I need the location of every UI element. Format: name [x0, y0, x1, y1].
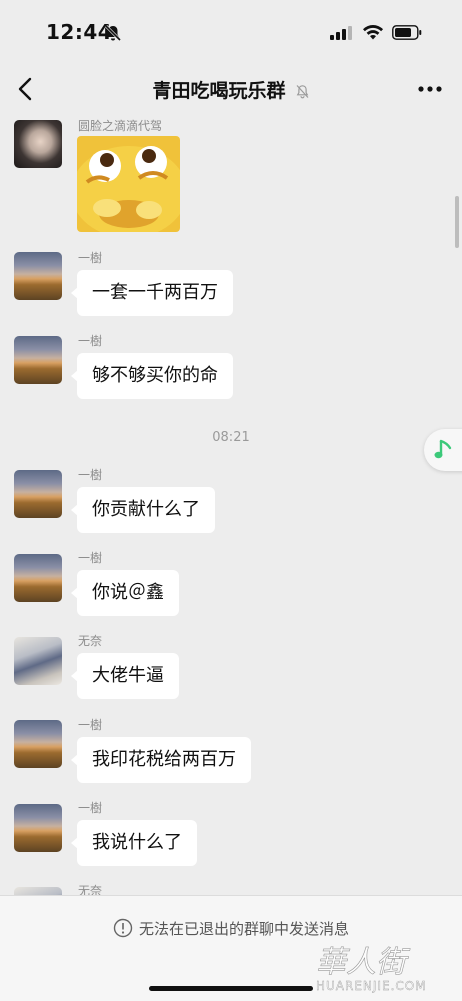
message-bubble[interactable]: 我说什么了 [71, 820, 197, 866]
message-bubble[interactable]: 你说＠鑫 [71, 570, 179, 616]
bell-off-icon [104, 24, 122, 42]
avatar[interactable] [14, 470, 62, 518]
chat-title: 青田吃喝玩乐群 [152, 80, 286, 102]
scrollbar[interactable] [455, 196, 459, 248]
status-time: 12:44 [46, 20, 113, 44]
sender-name: 一樹 [78, 801, 103, 815]
sender-name: 一樹 [78, 334, 103, 348]
watermark-logo: 華人街 HUARENJIE.COM [316, 945, 427, 994]
info-icon [113, 918, 133, 938]
mute-bell-icon [296, 85, 308, 99]
sender-name: 一樹 [78, 718, 103, 732]
avatar[interactable] [14, 120, 62, 168]
avatar[interactable] [14, 336, 62, 384]
status-bar: 12:44 [0, 0, 462, 64]
cellular-signal-icon [330, 26, 352, 40]
message-bubble[interactable]: 大佬牛逼 [71, 653, 179, 699]
exited-group-notice: 无法在已退出的群聊中发送消息 [0, 918, 462, 939]
notice-text: 无法在已退出的群聊中发送消息 [138, 920, 349, 938]
avatar[interactable] [14, 720, 62, 768]
avatar[interactable] [14, 804, 62, 852]
avatar[interactable] [14, 252, 62, 300]
sticker-image[interactable] [77, 136, 180, 232]
svg-text:華人街: 華人街 [316, 945, 411, 980]
home-indicator[interactable] [149, 986, 313, 991]
avatar[interactable] [14, 637, 62, 685]
chat-title-row: 青田吃喝玩乐群 [0, 76, 462, 103]
sender-name: 一樹 [78, 551, 103, 565]
wifi-icon [363, 24, 383, 40]
chat-header: 青田吃喝玩乐群 [0, 64, 462, 114]
sender-name: 无奈 [78, 634, 103, 648]
message-bubble[interactable]: 我印花税给两百万 [71, 737, 251, 783]
sender-name: 一樹 [78, 468, 103, 482]
more-options-icon[interactable] [416, 78, 444, 100]
battery-icon [392, 25, 422, 40]
sender-name: 一樹 [78, 251, 103, 265]
sender-name: 圆脸之滴滴代驾 [78, 119, 163, 133]
floating-music-button[interactable] [424, 429, 462, 471]
svg-text:HUARENJIE.COM: HUARENJIE.COM [316, 979, 427, 993]
message-bubble[interactable]: 一套一千两百万 [71, 270, 233, 316]
avatar[interactable] [14, 554, 62, 602]
music-note-icon [434, 439, 452, 459]
chat-timestamp: 08:21 [212, 430, 250, 445]
message-bubble[interactable]: 你贡献什么了 [71, 487, 215, 533]
message-bubble[interactable]: 够不够买你的命 [71, 353, 233, 399]
